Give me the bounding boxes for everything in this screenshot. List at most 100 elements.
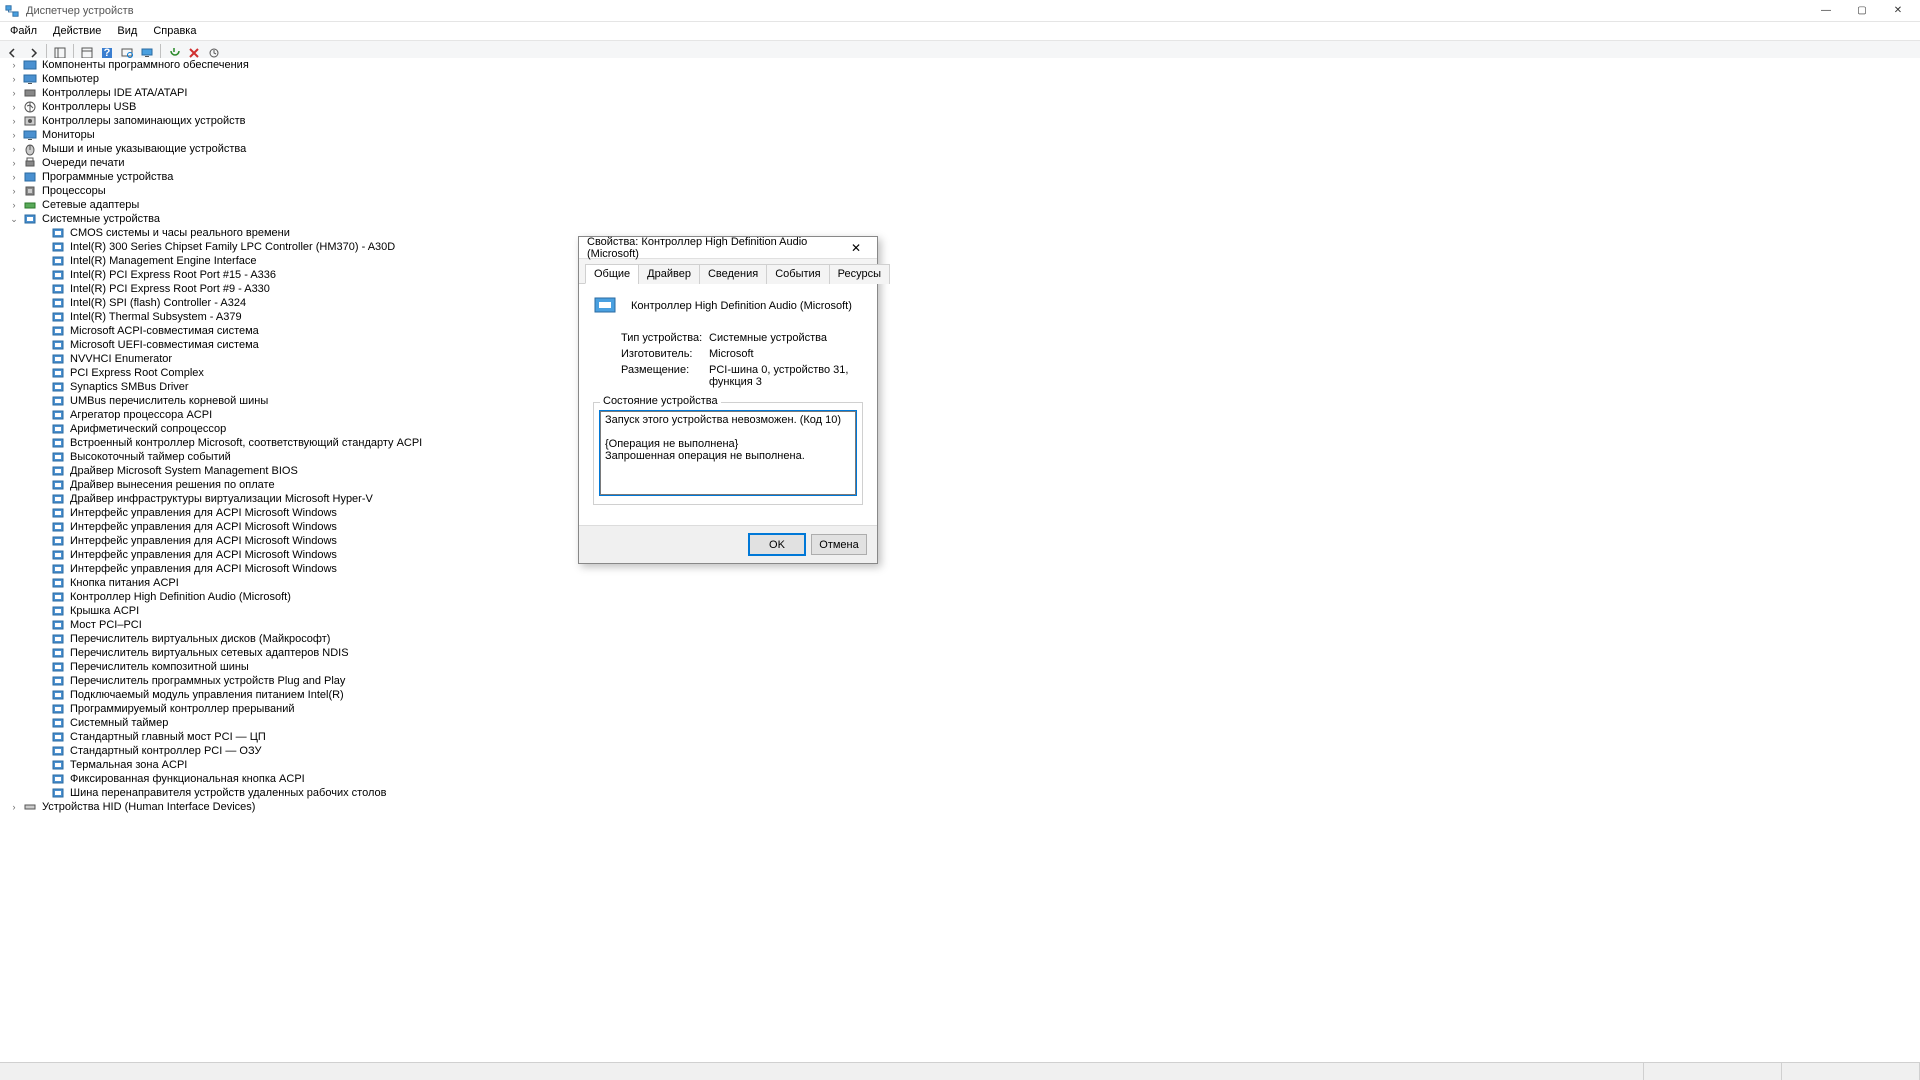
tree-device[interactable]: ›Стандартный контроллер PCI — ОЗУ [36, 744, 1920, 758]
tree-device[interactable]: ›Стандартный главный мост PCI — ЦП [36, 730, 1920, 744]
expand-icon[interactable]: › [8, 129, 20, 141]
tree-device[interactable]: ›Перечислитель виртуальных сетевых адапт… [36, 646, 1920, 660]
category-label: Компьютер [42, 73, 99, 85]
menu-help[interactable]: Справка [145, 23, 204, 39]
dialog-tabs: Общие Драйвер Сведения События Ресурсы [579, 259, 877, 284]
device-icon [50, 674, 66, 688]
device-label: Microsoft ACPI-совместимая система [70, 325, 259, 337]
tree-device[interactable]: ›Арифметический сопроцессор [36, 422, 1920, 436]
tree-device[interactable]: ›Шина перенаправителя устройств удаленны… [36, 786, 1920, 800]
tree-device[interactable]: ›Synaptics SMBus Driver [36, 380, 1920, 394]
tree-device[interactable]: ›Агрегатор процессора ACPI [36, 408, 1920, 422]
maximize-button[interactable]: ▢ [1844, 0, 1880, 22]
device-label: Интерфейс управления для ACPI Microsoft … [70, 521, 337, 533]
tree-device[interactable]: ›Интерфейс управления для ACPI Microsoft… [36, 562, 1920, 576]
expand-icon[interactable]: › [8, 171, 20, 183]
menu-file[interactable]: Файл [2, 23, 45, 39]
tree-device[interactable]: ›Intel(R) SPI (flash) Controller - A324 [36, 296, 1920, 310]
tree-device[interactable]: ›Встроенный контроллер Microsoft, соотве… [36, 436, 1920, 450]
tree-category[interactable]: ›Контроллеры IDE ATA/ATAPI [8, 86, 1920, 100]
device-status-text[interactable] [600, 411, 856, 495]
tree-category[interactable]: ›Мониторы [8, 128, 1920, 142]
tree-device[interactable]: ›Intel(R) 300 Series Chipset Family LPC … [36, 240, 1920, 254]
expand-icon[interactable]: › [8, 157, 20, 169]
tree-device[interactable]: ›Фиксированная функциональная кнопка ACP… [36, 772, 1920, 786]
tree-device[interactable]: ›Intel(R) PCI Express Root Port #9 - A33… [36, 282, 1920, 296]
ok-button[interactable]: OK [749, 534, 805, 555]
tree-device[interactable]: ›UMBus перечислитель корневой шины [36, 394, 1920, 408]
minimize-button[interactable]: — [1808, 0, 1844, 22]
tree-device[interactable]: ›Подключаемый модуль управления питанием… [36, 688, 1920, 702]
tree-device[interactable]: ›PCI Express Root Complex [36, 366, 1920, 380]
tab-driver[interactable]: Драйвер [638, 264, 700, 284]
tree-category[interactable]: ›Контроллеры USB [8, 100, 1920, 114]
tree-device[interactable]: ›Перечислитель программных устройств Plu… [36, 674, 1920, 688]
expand-icon[interactable]: ⌄ [8, 213, 20, 225]
tree-device[interactable]: ›Перечислитель композитной шины [36, 660, 1920, 674]
tree-device[interactable]: ›Кнопка питания ACPI [36, 576, 1920, 590]
dialog-title-bar[interactable]: Свойства: Контроллер High Definition Aud… [579, 237, 877, 259]
expand-icon[interactable]: › [8, 199, 20, 211]
close-button[interactable]: ✕ [1880, 0, 1916, 22]
expand-icon[interactable]: › [8, 185, 20, 197]
tree-device[interactable]: ›CMOS системы и часы реального времени [36, 226, 1920, 240]
tab-general[interactable]: Общие [585, 264, 639, 284]
tree-device[interactable]: ›Контроллер High Definition Audio (Micro… [36, 590, 1920, 604]
tree-device[interactable]: ›Системный таймер [36, 716, 1920, 730]
tree-device[interactable]: ›Intel(R) Management Engine Interface [36, 254, 1920, 268]
tree-device[interactable]: ›Крышка ACPI [36, 604, 1920, 618]
device-tree[interactable]: ›Компоненты программного обеспечения›Ком… [0, 58, 1920, 1062]
expand-icon[interactable]: › [8, 87, 20, 99]
device-label: Стандартный контроллер PCI — ОЗУ [70, 745, 262, 757]
dialog-close-button[interactable]: ✕ [843, 239, 869, 257]
tree-device[interactable]: ›Перечислитель виртуальных дисков (Майкр… [36, 632, 1920, 646]
tree-device[interactable]: ›Microsoft UEFI-совместимая система [36, 338, 1920, 352]
tree-device[interactable]: ›Высокоточный таймер событий [36, 450, 1920, 464]
tree-category[interactable]: ›Процессоры [8, 184, 1920, 198]
tree-category[interactable]: ›Контроллеры запоминающих устройств [8, 114, 1920, 128]
tree-device[interactable]: ›Интерфейс управления для ACPI Microsoft… [36, 520, 1920, 534]
device-label: Интерфейс управления для ACPI Microsoft … [70, 563, 337, 575]
tree-category[interactable]: ›Устройства HID (Human Interface Devices… [8, 800, 1920, 814]
tab-resources[interactable]: Ресурсы [829, 264, 890, 284]
expand-icon[interactable]: › [8, 59, 20, 71]
tree-category[interactable]: ›Программные устройства [8, 170, 1920, 184]
cancel-button[interactable]: Отмена [811, 534, 867, 555]
tree-device[interactable]: ›Драйвер вынесения решения по оплате [36, 478, 1920, 492]
menu-bar: Файл Действие Вид Справка [0, 22, 1920, 41]
expand-icon[interactable]: › [8, 101, 20, 113]
tree-device[interactable]: ›Интерфейс управления для ACPI Microsoft… [36, 506, 1920, 520]
tree-category[interactable]: ⌄Системные устройства [8, 212, 1920, 226]
tree-device[interactable]: ›Драйвер Microsoft System Management BIO… [36, 464, 1920, 478]
tree-category[interactable]: ›Компоненты программного обеспечения [8, 58, 1920, 72]
tab-content-general: Контроллер High Definition Audio (Micros… [579, 284, 877, 525]
tree-device[interactable]: ›Мост PCI–PCI [36, 618, 1920, 632]
device-icon [50, 772, 66, 786]
tree-device[interactable]: ›Intel(R) PCI Express Root Port #15 - A3… [36, 268, 1920, 282]
tree-device[interactable]: ›Microsoft ACPI-совместимая система [36, 324, 1920, 338]
device-label: Intel(R) SPI (flash) Controller - A324 [70, 297, 246, 309]
tree-category[interactable]: ›Мыши и иные указывающие устройства [8, 142, 1920, 156]
tree-device[interactable]: ›Интерфейс управления для ACPI Microsoft… [36, 548, 1920, 562]
expand-icon[interactable]: › [8, 143, 20, 155]
device-icon [50, 688, 66, 702]
tree-device[interactable]: ›Драйвер инфраструктуры виртуализации Mi… [36, 492, 1920, 506]
device-icon [50, 716, 66, 730]
tree-device[interactable]: ›NVVHCI Enumerator [36, 352, 1920, 366]
device-icon [50, 646, 66, 660]
expand-icon[interactable]: › [8, 801, 20, 813]
menu-action[interactable]: Действие [45, 23, 109, 39]
tab-events[interactable]: События [766, 264, 829, 284]
label-device-type: Тип устройства: [621, 332, 709, 344]
tree-category[interactable]: ›Сетевые адаптеры [8, 198, 1920, 212]
tab-details[interactable]: Сведения [699, 264, 767, 284]
tree-category[interactable]: ›Очереди печати [8, 156, 1920, 170]
expand-icon[interactable]: › [8, 115, 20, 127]
tree-device[interactable]: ›Программируемый контроллер прерываний [36, 702, 1920, 716]
tree-device[interactable]: ›Intel(R) Thermal Subsystem - A379 [36, 310, 1920, 324]
tree-device[interactable]: ›Интерфейс управления для ACPI Microsoft… [36, 534, 1920, 548]
expand-icon[interactable]: › [8, 73, 20, 85]
tree-device[interactable]: ›Термальная зона ACPI [36, 758, 1920, 772]
menu-view[interactable]: Вид [109, 23, 145, 39]
tree-category[interactable]: › Компьютер [8, 72, 1920, 86]
